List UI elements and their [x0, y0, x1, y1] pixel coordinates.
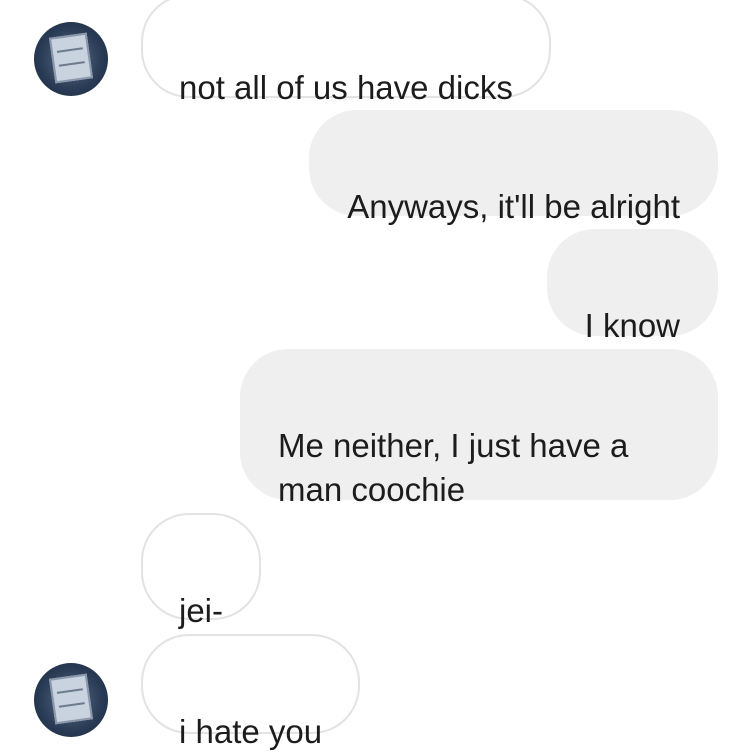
message-text: not all of us have dicks: [179, 69, 513, 106]
message-bubble-incoming[interactable]: not all of us have dicks: [141, 0, 551, 106]
profile-picture-paper-icon: [48, 32, 94, 84]
message-bubble-incoming[interactable]: i hate you: [141, 634, 361, 750]
message-bubble-outgoing[interactable]: Anyways, it'll be alright: [309, 110, 718, 225]
message-text: Anyways, it'll be alright: [347, 188, 680, 225]
contact-avatar[interactable]: [34, 663, 108, 737]
profile-picture-paper-icon: [48, 673, 94, 725]
message-text: I know: [584, 307, 680, 344]
message-text: jei-: [179, 592, 224, 629]
message-text: i hate you: [179, 713, 323, 750]
message-bubble-outgoing[interactable]: Me neither, I just have a man coochie: [240, 349, 718, 508]
message-text: Me neither, I just have a man coochie: [278, 427, 629, 508]
message-bubble-incoming[interactable]: jei-: [141, 513, 262, 629]
message-bubble-outgoing[interactable]: I know: [546, 229, 718, 344]
contact-avatar[interactable]: [34, 22, 108, 96]
